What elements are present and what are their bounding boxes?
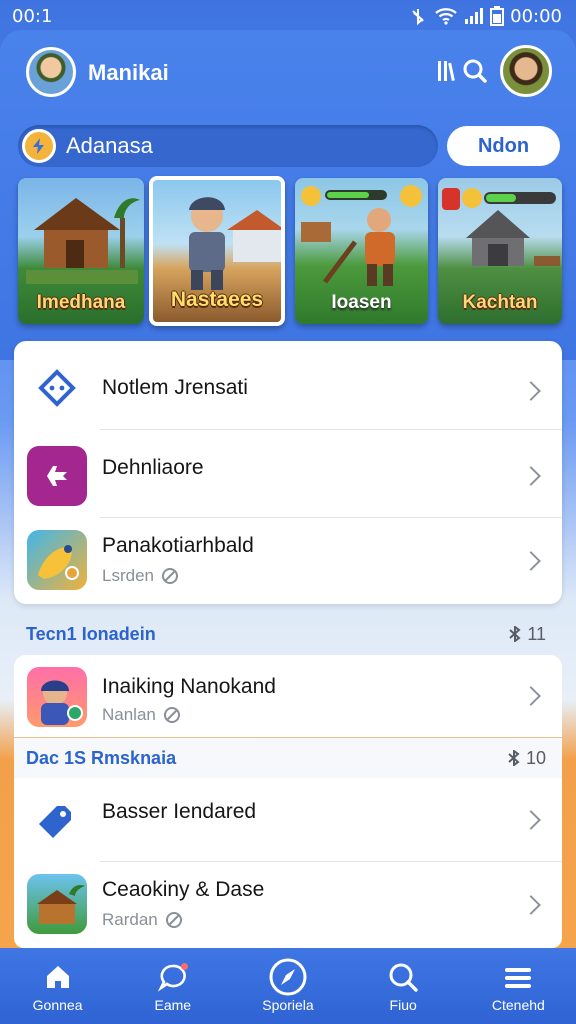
nav-item-chat[interactable]: Eame <box>125 959 221 1013</box>
list-item-subtitle: Lsrden <box>102 566 180 586</box>
section-count-value: 11 <box>527 624 546 644</box>
game-card[interactable]: Ioasen <box>295 178 428 324</box>
list-item-title: Ceaokiny & Dase <box>102 878 265 901</box>
search-bar[interactable]: Adanasa <box>18 125 438 167</box>
status-icons: 00:00 <box>408 6 562 27</box>
header-actions <box>436 58 488 84</box>
list-item[interactable]: Notlem Jrensati <box>14 346 562 430</box>
search-icon <box>389 963 418 992</box>
bluetooth-icon <box>509 625 521 643</box>
nav-label: Eame <box>154 997 192 1013</box>
section-count: 10 <box>507 748 546 769</box>
chevron-right-icon <box>521 551 541 571</box>
list-item-title: Basser Iendared <box>102 800 257 823</box>
game-card-title: Kachtan <box>462 292 538 313</box>
game-card[interactable]: Imedhana <box>18 178 144 324</box>
nav-label: Ctenehd <box>491 997 545 1013</box>
section-header: Tecn1 Ionadein 11 <box>26 624 546 645</box>
menu-icon <box>505 968 532 988</box>
library-icon[interactable] <box>436 58 456 84</box>
chevron-right-icon <box>521 895 541 915</box>
list-item-subtitle: Rardan <box>102 910 184 930</box>
section-title: Dac 1S Rmsknaia <box>26 748 177 768</box>
notification-dot-icon <box>180 963 188 970</box>
tag-icon <box>165 912 182 928</box>
search-label: Adanasa <box>66 133 153 158</box>
chevron-right-icon <box>521 686 541 706</box>
app-brand: Manikai <box>88 60 169 85</box>
section-list: Basser Iendared Ceaokiny & Dase Rardan <box>14 778 562 948</box>
tag-diamond-icon <box>27 790 87 850</box>
search-icon[interactable] <box>462 58 488 84</box>
nav-item-menu[interactable]: Ctenehd <box>470 959 566 1013</box>
battery-icon <box>490 6 505 26</box>
search-action-button[interactable]: Ndon <box>447 126 560 166</box>
section-count: 11 <box>508 624 546 645</box>
game-card-title: Imedhana <box>36 292 126 313</box>
game-card[interactable]: Kachtan <box>438 178 562 324</box>
chevron-right-icon <box>521 466 541 486</box>
game-app-icon <box>27 667 87 727</box>
home-icon <box>46 966 69 988</box>
bluetooth-icon <box>508 749 520 767</box>
nav-item-home[interactable]: Gonnea <box>10 959 106 1013</box>
play-icon <box>27 446 87 506</box>
nav-label: Gonnea <box>32 997 83 1013</box>
profile-avatar[interactable] <box>500 45 552 97</box>
wifi-icon <box>435 8 457 25</box>
nav-label: Sporiela <box>262 997 314 1013</box>
bottom-navigation: Gonnea Eame Sporiela Fiuo Ctenehd <box>0 948 576 1024</box>
chevron-right-icon <box>521 810 541 830</box>
signal-icon <box>465 8 484 24</box>
divider <box>100 429 562 430</box>
game-card-selected[interactable]: Nastaees <box>149 176 285 326</box>
list-item-meta: Lsrden <box>102 566 154 585</box>
list-item[interactable]: Panakotiarhbald Lsrden <box>14 518 562 602</box>
list-item[interactable]: Dehnliaore <box>14 434 562 518</box>
list-item-title: Dehnliaore <box>102 456 204 479</box>
chevron-right-icon <box>521 381 541 401</box>
lightning-badge-icon <box>22 129 56 163</box>
game-app-icon <box>27 530 87 590</box>
featured-games-carousel: Imedhana Nastaees Ioasen Kachtan <box>16 176 562 326</box>
list-item-subtitle: Nanlan <box>102 705 182 725</box>
section-title: Tecn1 Ionadein <box>26 624 156 644</box>
bluetooth-off-icon <box>412 9 424 26</box>
game-card-title: Nastaees <box>170 288 264 311</box>
list-item-meta: Nanlan <box>102 705 156 724</box>
nav-label: Fiuo <box>389 997 417 1013</box>
diamond-icon <box>27 358 87 418</box>
list-item-title: Inaiking Nanokand <box>102 675 276 698</box>
section-list: Inaiking Nanokand Nanlan <box>14 655 562 737</box>
game-card-title: Ioasen <box>331 292 392 313</box>
nav-item-explore[interactable]: Sporiela <box>240 958 336 1013</box>
list-item[interactable]: Inaiking Nanokand Nanlan <box>14 655 562 739</box>
section-header: Dac 1S Rmsknaia 10 <box>26 748 546 769</box>
tag-icon <box>161 568 178 584</box>
status-bar: 00:1 00:00 <box>0 0 576 32</box>
list-item[interactable]: Ceaokiny & Dase Rardan <box>14 862 562 946</box>
menu-list: Notlem Jrensati Dehnliaore Panakotiarhba… <box>14 341 562 604</box>
list-item-meta: Rardan <box>102 910 158 929</box>
nav-item-search[interactable]: Fiuo <box>355 959 451 1013</box>
section-count-value: 10 <box>525 748 546 768</box>
app-logo-avatar[interactable] <box>26 47 76 97</box>
list-item-title: Notlem Jrensati <box>102 376 248 399</box>
list-item[interactable]: Basser Iendared <box>14 778 562 862</box>
compass-icon <box>269 958 307 996</box>
status-time: 00:1 <box>12 5 53 27</box>
game-app-icon <box>27 874 87 934</box>
status-clock: 00:00 <box>510 5 562 27</box>
list-item-title: Panakotiarhbald <box>102 534 254 557</box>
tag-icon <box>163 707 180 723</box>
